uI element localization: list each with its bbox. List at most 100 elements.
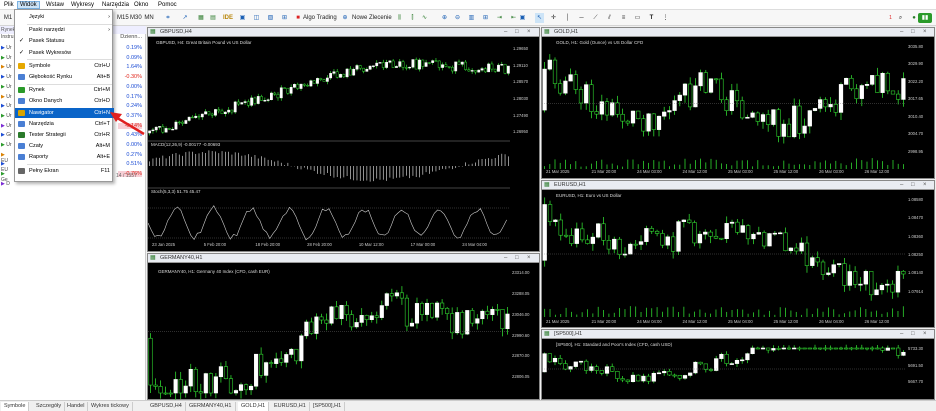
- grid-icon[interactable]: ⊞: [481, 13, 490, 23]
- chart-tab-sp500[interactable]: [SP500],H1: [310, 402, 346, 411]
- signals-icon[interactable]: ◫: [252, 13, 261, 23]
- tab-symbole[interactable]: Symbole: [1, 402, 30, 411]
- maximize-icon[interactable]: □: [515, 254, 519, 263]
- shapes-icon[interactable]: ▭: [633, 13, 642, 23]
- minimize-icon[interactable]: –: [900, 330, 903, 339]
- menu-item-pasek-statusu[interactable]: ✓ Pasek Statusu: [15, 36, 114, 46]
- screenshot-icon[interactable]: ▣: [518, 13, 527, 23]
- symbol-row-prefix[interactable]: ▶ Ur: [0, 64, 12, 70]
- symbol-row-prefix[interactable]: ▶ Ur: [0, 74, 12, 80]
- timeframe-m30[interactable]: M30: [130, 13, 142, 23]
- menu-item-pełny-ekran[interactable]: Pełny Ekran F11: [15, 166, 114, 176]
- chart-eurusd[interactable]: ▦ EURUSD,H1 – □ × EURUSD, H1: Euro vs US…: [541, 180, 935, 328]
- maximize-icon[interactable]: □: [911, 28, 915, 37]
- menu-wstaw[interactable]: Wstaw: [44, 1, 66, 9]
- menu-widok[interactable]: Widok: [17, 1, 40, 9]
- symbol-row-prefix[interactable]: ▶ D: [0, 181, 12, 187]
- chart-gbpusd[interactable]: ▦ GBPUSD,H4 – □ × GBPUSD, H4: Great Brit…: [147, 27, 540, 252]
- chart-tab-germany40[interactable]: GERMANY40,H1: [186, 402, 236, 411]
- chart-type-icon[interactable]: ⌗: [162, 13, 174, 23]
- maximize-icon[interactable]: □: [911, 330, 915, 339]
- chart-tab-eurusd[interactable]: EURUSD,H1: [271, 402, 310, 411]
- maximize-icon[interactable]: □: [911, 181, 915, 190]
- timeframe-mn[interactable]: MN: [144, 13, 154, 23]
- text-icon[interactable]: T: [647, 13, 656, 23]
- chart-tab-gold[interactable]: GOLD,H1: [238, 402, 270, 411]
- chart-germany40[interactable]: ▦ GERMANY40,H1 – □ × GERMANY40, H1: Germ…: [147, 253, 540, 400]
- close-icon[interactable]: ×: [923, 181, 927, 190]
- menu-item-języki[interactable]: Języki ›: [15, 12, 114, 22]
- template-icon[interactable]: ▦: [196, 13, 206, 23]
- timeframe-m1[interactable]: M1: [3, 13, 13, 23]
- horizontal-line-icon[interactable]: ─: [577, 13, 586, 23]
- minimize-icon[interactable]: –: [900, 181, 903, 190]
- menu-item-głębokość-rynku[interactable]: Głębokość Rynku Alt+B: [15, 72, 114, 82]
- menu-item-pasek-wykresów[interactable]: ✓ Pasek Wykresów: [15, 48, 114, 58]
- symbol-row-prefix[interactable]: ▶ Gr: [0, 132, 12, 138]
- account-icon[interactable]: ●: [911, 13, 917, 23]
- line-chart-icon[interactable]: ∿: [420, 13, 429, 23]
- shift-icon[interactable]: ⇤: [509, 13, 518, 23]
- symbol-row-prefix[interactable]: ▶ Ur: [0, 55, 12, 61]
- menu-item-paski-narzędzi[interactable]: Paski narzędzi ›: [15, 25, 114, 35]
- symbol-row-prefix[interactable]: ▶ Ur: [0, 142, 12, 148]
- tab-wykres-tickowy[interactable]: Wykres tickowy: [88, 402, 133, 411]
- symbol-row-prefix[interactable]: ▶ Ur: [0, 123, 12, 129]
- menu-okno[interactable]: Okno: [132, 1, 150, 9]
- search-icon[interactable]: ⌕: [896, 13, 905, 23]
- chart-tab-gbpusd[interactable]: GBPUSD,H4: [147, 402, 186, 411]
- symbol-row-prefix[interactable]: ▶ Ur: [0, 94, 12, 100]
- close-icon[interactable]: ×: [923, 28, 927, 37]
- symbol-row-prefix[interactable]: ▶ Ur: [0, 113, 12, 119]
- zoom-in-icon[interactable]: ⊕: [440, 13, 449, 23]
- maximize-icon[interactable]: □: [515, 28, 519, 37]
- notification-badge[interactable]: 1: [887, 13, 894, 23]
- menu-item-narzędzia[interactable]: Narzędzia Ctrl+T: [15, 119, 114, 129]
- menu-narzedzia[interactable]: Narzędzia: [100, 1, 131, 9]
- tile-icon[interactable]: ▥: [467, 13, 476, 23]
- autoscroll-icon[interactable]: ⇥: [495, 13, 504, 23]
- metaquotes-icon[interactable]: ▣: [238, 13, 247, 23]
- ide-button[interactable]: IDE: [222, 13, 234, 23]
- channel-icon[interactable]: ⫽: [605, 13, 614, 23]
- menu-item-symbole[interactable]: Symbole Ctrl+U: [15, 61, 114, 71]
- symbol-row-prefix[interactable]: ▶ Ur: [0, 103, 12, 109]
- minimize-icon[interactable]: –: [504, 254, 507, 263]
- crosshair-icon[interactable]: ✛: [549, 13, 558, 23]
- bar-chart-icon[interactable]: ⫼: [395, 13, 404, 23]
- market-icon[interactable]: ▧: [266, 13, 275, 23]
- candle-icon[interactable]: ⫿: [408, 13, 417, 23]
- objects-icon[interactable]: ⋮: [661, 13, 670, 23]
- close-icon[interactable]: ×: [527, 254, 531, 263]
- close-icon[interactable]: ×: [527, 28, 531, 37]
- menu-item-nawigator[interactable]: Nawigator Ctrl+N: [15, 107, 114, 118]
- fibonacci-icon[interactable]: ≡: [619, 13, 628, 23]
- menu-item-czaty[interactable]: Czaty Alt+M: [15, 141, 114, 151]
- candle-body: [676, 221, 681, 252]
- minimize-icon[interactable]: –: [900, 28, 903, 37]
- menu-item-okno-danych[interactable]: Okno Danych Ctrl+D: [15, 96, 114, 106]
- symbol-row-prefix[interactable]: ▶ Ur: [0, 84, 12, 90]
- timeframe-m15[interactable]: M15: [117, 13, 129, 23]
- chart-sp500[interactable]: ▦ [SP500],H1 – □ × [SP500], H1: Standard…: [541, 329, 935, 400]
- menu-item-raporty[interactable]: Raporty Alt+E: [15, 152, 114, 162]
- close-icon[interactable]: ×: [923, 330, 927, 339]
- symbol-row-prefix[interactable]: ▶ Ur: [0, 45, 12, 51]
- minimize-icon[interactable]: –: [504, 28, 507, 37]
- vps-icon[interactable]: ⊞: [280, 13, 289, 23]
- profile-icon[interactable]: ▤: [208, 13, 218, 23]
- indicators-icon[interactable]: ↗: [180, 13, 190, 23]
- tab-szczegoly[interactable]: Szczegóły: [33, 402, 66, 411]
- cursor-icon[interactable]: ↖: [535, 13, 544, 23]
- vertical-line-icon[interactable]: │: [563, 13, 572, 23]
- trendline-icon[interactable]: ⟋: [591, 13, 600, 23]
- new-order-button[interactable]: Nowe Zlecenie: [352, 13, 392, 23]
- menu-plik[interactable]: Plik: [2, 1, 16, 9]
- zoom-out-icon[interactable]: ⊖: [453, 13, 462, 23]
- menu-pomoc[interactable]: Pomoc: [156, 1, 179, 9]
- chart-gold[interactable]: ▦ GOLD,H1 – □ × GOLD, H1: Gold (Ounce) v…: [541, 27, 935, 179]
- tab-handel[interactable]: Handel: [64, 402, 89, 411]
- menu-item-rynek[interactable]: Rynek Ctrl+M: [15, 85, 114, 95]
- menu-wykresy[interactable]: Wykresy: [69, 1, 96, 9]
- menu-item-tester-strategii[interactable]: Tester Strategii Ctrl+R: [15, 130, 114, 140]
